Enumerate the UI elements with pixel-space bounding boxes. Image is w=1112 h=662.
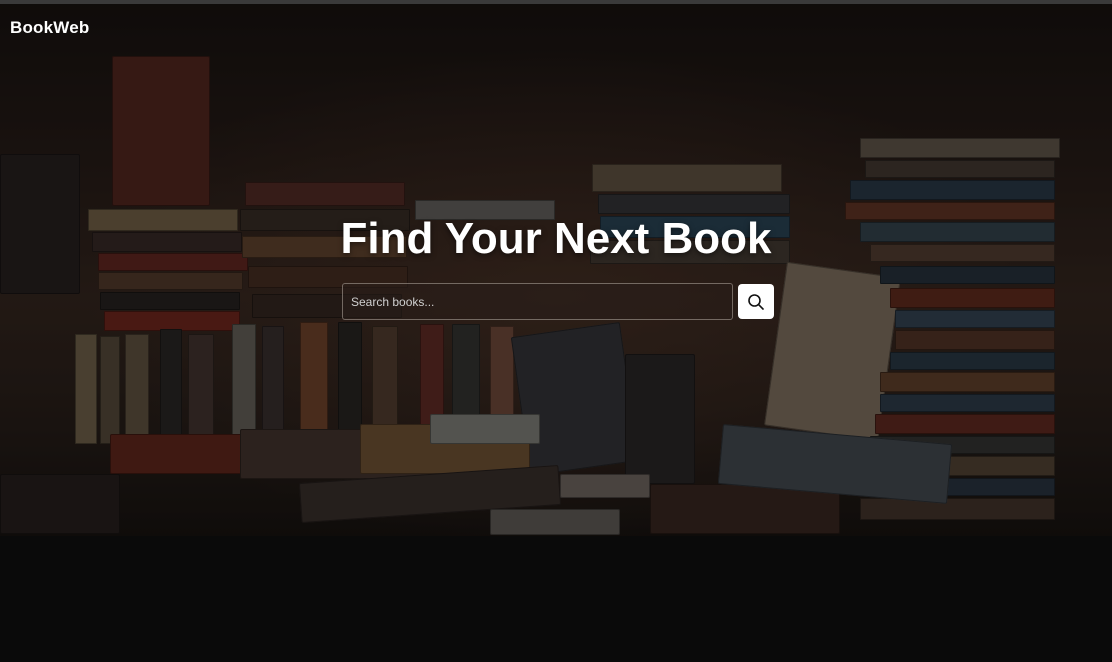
search-icon: [748, 293, 764, 310]
search-input[interactable]: [342, 283, 733, 320]
search-button[interactable]: [738, 284, 774, 319]
hero-section: [0, 4, 1112, 536]
brand-logo[interactable]: BookWeb: [10, 18, 89, 38]
page-title: Find Your Next Book: [340, 214, 772, 263]
hero-dark-overlay: [0, 4, 1112, 536]
